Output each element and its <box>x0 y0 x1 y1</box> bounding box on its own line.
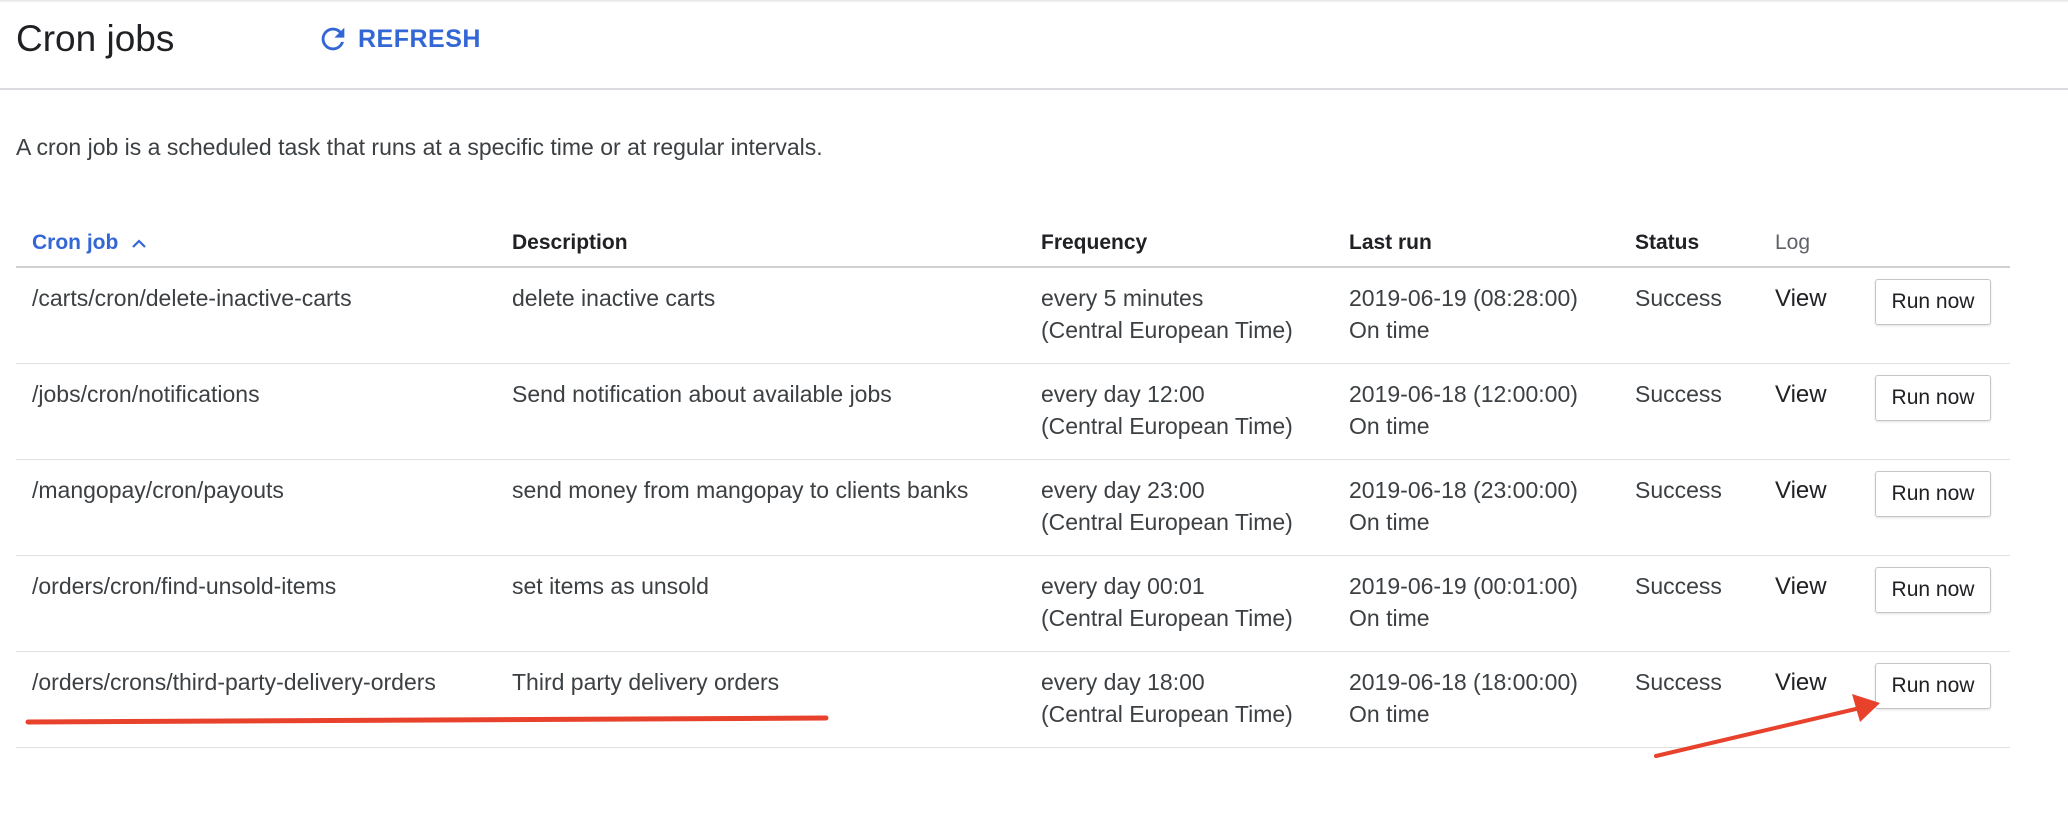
table-row: /orders/crons/third-party-delivery-order… <box>16 651 2010 748</box>
cron-job-path: /orders/cron/find-unsold-items <box>32 573 337 599</box>
cron-job-timezone: (Central European Time) <box>1041 509 1293 535</box>
cron-job-path: /carts/cron/delete-inactive-carts <box>32 285 352 311</box>
cron-job-timing: On time <box>1349 509 1430 535</box>
column-header-actions <box>1875 220 2010 268</box>
view-log-link[interactable]: View <box>1775 573 1827 600</box>
refresh-label: REFRESH <box>358 24 481 53</box>
cron-job-frequency: every day 00:01 <box>1041 573 1205 599</box>
table-header-row: Cron job Description Frequency Last run … <box>16 220 2010 268</box>
cron-job-status: Success <box>1635 669 1722 695</box>
column-header-status: Status <box>1635 220 1775 268</box>
refresh-icon <box>321 27 345 51</box>
cron-job-last-run: 2019-06-18 (12:00:00) <box>1349 381 1578 407</box>
cron-job-frequency: every day 12:00 <box>1041 381 1205 407</box>
column-header-frequency: Frequency <box>1041 220 1349 268</box>
cron-job-status: Success <box>1635 285 1722 311</box>
cron-job-status: Success <box>1635 381 1722 407</box>
chevron-up-icon <box>132 239 146 249</box>
run-now-button[interactable]: Run now <box>1875 471 1991 517</box>
cron-job-last-run: 2019-06-19 (08:28:00) <box>1349 285 1578 311</box>
table-row: /mangopay/cron/payouts send money from m… <box>16 459 2010 556</box>
cron-job-frequency: every 5 minutes <box>1041 285 1204 311</box>
cron-job-status: Success <box>1635 573 1722 599</box>
table-row: /jobs/cron/notifications Send notificati… <box>16 363 2010 460</box>
cron-job-timezone: (Central European Time) <box>1041 413 1293 439</box>
cron-jobs-table: Cron job Description Frequency Last run … <box>16 220 2010 748</box>
cron-job-path: /mangopay/cron/payouts <box>32 477 284 503</box>
cron-job-timing: On time <box>1349 413 1430 439</box>
run-now-button[interactable]: Run now <box>1875 567 1991 613</box>
cron-job-timing: On time <box>1349 317 1430 343</box>
cron-job-timing: On time <box>1349 701 1430 727</box>
column-header-log: Log <box>1775 220 1875 268</box>
cron-job-frequency: every day 23:00 <box>1041 477 1205 503</box>
cron-job-timing: On time <box>1349 605 1430 631</box>
table-row: /orders/cron/find-unsold-items set items… <box>16 555 2010 652</box>
cron-job-path: /orders/crons/third-party-delivery-order… <box>32 669 436 695</box>
intro-text: A cron job is a scheduled task that runs… <box>16 134 823 160</box>
column-header-last-run: Last run <box>1349 220 1635 268</box>
refresh-button[interactable]: REFRESH <box>316 18 481 60</box>
view-log-link[interactable]: View <box>1775 669 1827 696</box>
run-now-button[interactable]: Run now <box>1875 663 1991 709</box>
view-log-link[interactable]: View <box>1775 381 1827 408</box>
cron-job-description: Third party delivery orders <box>512 669 780 695</box>
cron-job-frequency: every day 18:00 <box>1041 669 1205 695</box>
cron-job-status: Success <box>1635 477 1722 503</box>
cron-job-path: /jobs/cron/notifications <box>32 381 260 407</box>
cron-job-timezone: (Central European Time) <box>1041 317 1293 343</box>
column-header-cron-job[interactable]: Cron job <box>16 220 512 268</box>
cron-job-last-run: 2019-06-19 (00:01:00) <box>1349 573 1578 599</box>
cron-job-timezone: (Central European Time) <box>1041 605 1293 631</box>
cron-job-description: Send notification about available jobs <box>512 381 892 407</box>
run-now-button[interactable]: Run now <box>1875 375 1991 421</box>
cron-job-description: delete inactive carts <box>512 285 716 311</box>
cron-job-description: set items as unsold <box>512 573 709 599</box>
view-log-link[interactable]: View <box>1775 285 1827 312</box>
page-title: Cron jobs <box>16 18 175 59</box>
cron-job-last-run: 2019-06-18 (23:00:00) <box>1349 477 1578 503</box>
column-header-label: Cron job <box>32 231 119 254</box>
cron-job-timezone: (Central European Time) <box>1041 701 1293 727</box>
run-now-button[interactable]: Run now <box>1875 279 1991 325</box>
column-header-description: Description <box>512 220 1041 268</box>
page-header: Cron jobs REFRESH <box>0 0 2068 90</box>
view-log-link[interactable]: View <box>1775 477 1827 504</box>
table-row: /carts/cron/delete-inactive-carts delete… <box>16 267 2010 364</box>
cron-job-last-run: 2019-06-18 (18:00:00) <box>1349 669 1578 695</box>
cron-job-description: send money from mangopay to clients bank… <box>512 477 969 503</box>
